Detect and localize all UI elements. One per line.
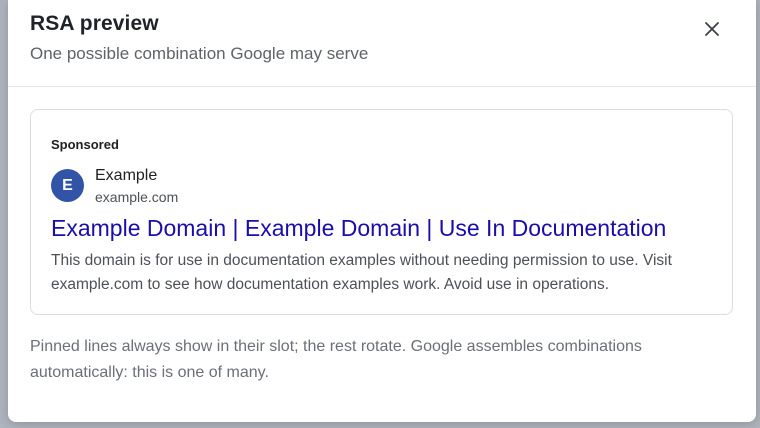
site-avatar: E: [51, 169, 84, 202]
ad-headline-link[interactable]: Example Domain | Example Domain | Use In…: [51, 215, 666, 242]
display-url: example.com: [95, 189, 179, 205]
rsa-preview-modal: RSA preview One possible combination Goo…: [8, 0, 756, 422]
close-icon: [705, 22, 719, 36]
sponsored-label: Sponsored: [51, 137, 119, 152]
ad-preview-card: Sponsored E Example example.com Example …: [30, 109, 733, 315]
modal-header: RSA preview One possible combination Goo…: [8, 0, 756, 87]
site-name: Example: [95, 167, 158, 184]
ad-description: This domain is for use in documentation …: [51, 252, 672, 293]
modal-title: RSA preview: [30, 12, 159, 35]
modal-subtitle: One possible combination Google may serv…: [30, 44, 369, 63]
close-button[interactable]: [700, 17, 724, 41]
footnote-text: Pinned lines always show in their slot; …: [30, 338, 642, 381]
